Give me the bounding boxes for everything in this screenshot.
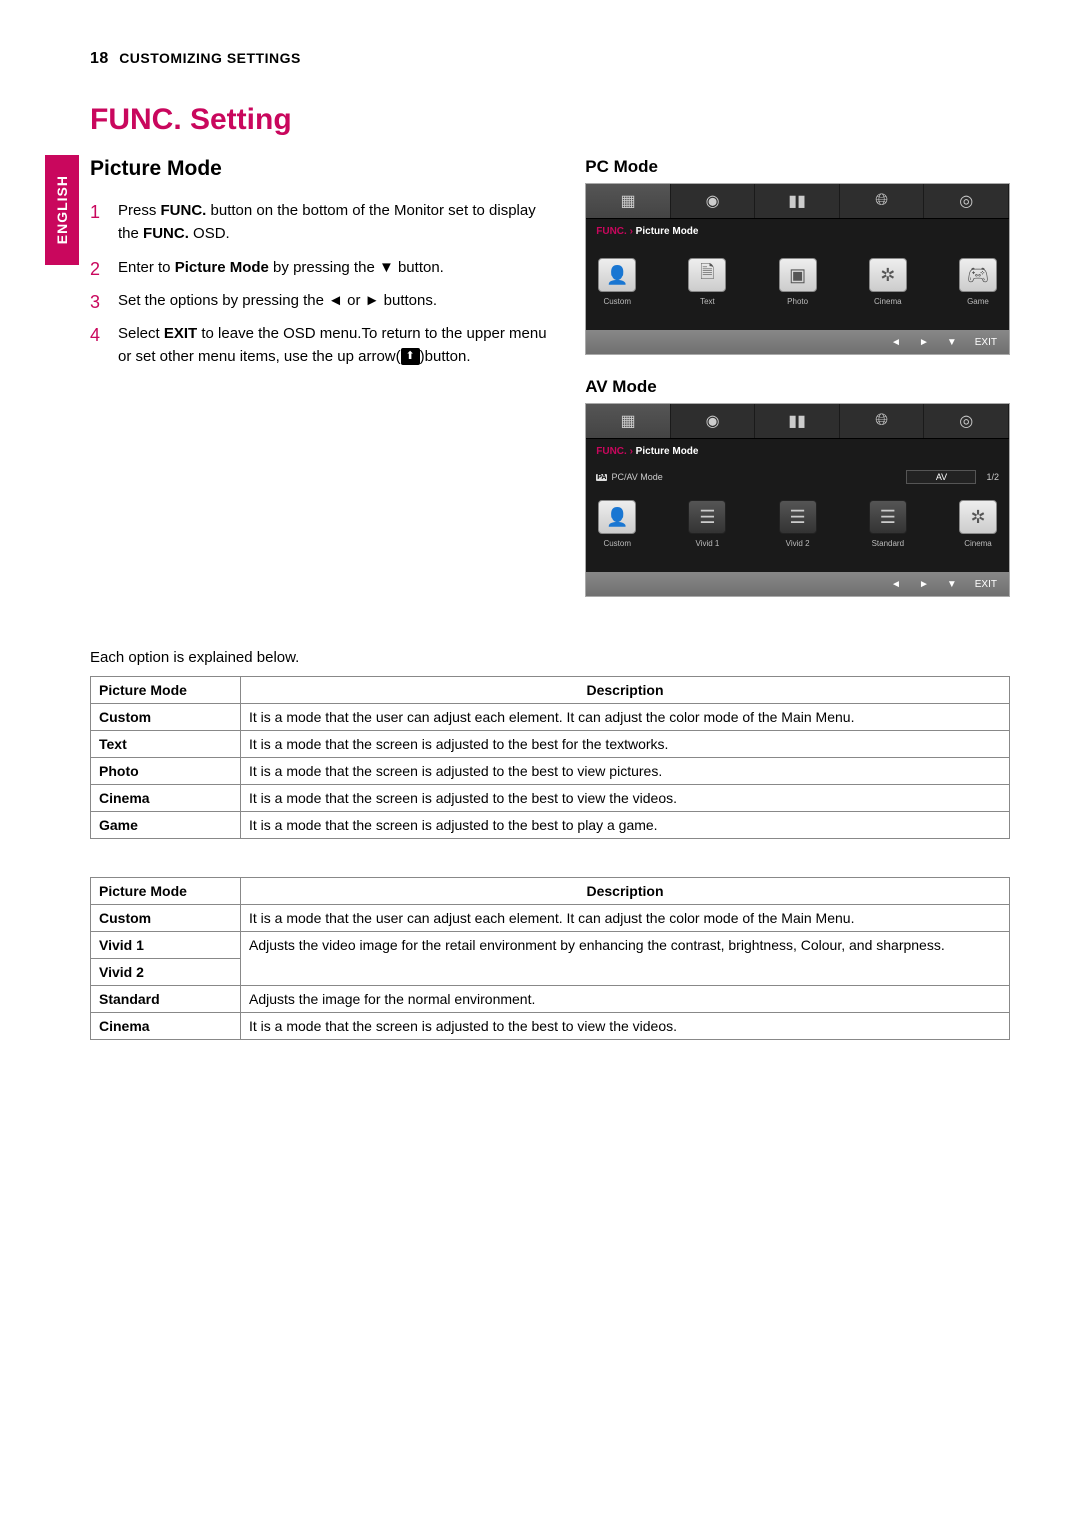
language-tab: ENGLISH [45, 155, 79, 265]
page-header: 18 CUSTOMIZING SETTINGS [90, 50, 1010, 68]
pc-mode-options: 👤Custom 🗎Text ▣Photo ✲Cinema 🎮︎Game [586, 244, 1009, 312]
osd-tab-picture-icon: ▦ [586, 404, 671, 438]
nav-left-icon: ◄ [891, 579, 901, 590]
pc-mode-label: PC Mode [585, 157, 1010, 177]
bars-icon: ☰ [688, 500, 726, 534]
exit-label: EXIT [975, 337, 997, 348]
osd-pc-mode: ▦ ◉ ▮▮ 🌐︎ ◎ FUNC. › Picture Mode 👤Custom… [585, 183, 1010, 355]
main-title: FUNC. Setting [90, 103, 1010, 137]
av-mode-label: AV Mode [585, 377, 1010, 397]
picture-mode-table-pc: Picture Mode Description CustomIt is a m… [90, 676, 1010, 839]
osd-tab-dual-icon: ▮▮ [755, 184, 840, 218]
nav-right-icon: ► [919, 337, 929, 348]
osd-breadcrumb-av: FUNC. › Picture Mode [586, 439, 1009, 464]
step-3: Set the options by pressing the ◄ or ► b… [90, 289, 557, 312]
section-title: CUSTOMIZING SETTINGS [119, 50, 301, 66]
pc-av-mode-row: PAPC/AV Mode AV 1/2 [586, 464, 1009, 486]
osd-tab-dual-icon: ▮▮ [755, 404, 840, 438]
steps-list: Press FUNC. button on the bottom of the … [90, 199, 557, 369]
document-icon: 🗎 [688, 258, 726, 292]
bars-icon: ☰ [779, 500, 817, 534]
osd-tab-picture-icon: ▦ [586, 184, 671, 218]
person-icon: 👤 [598, 500, 636, 534]
film-icon: ✲ [869, 258, 907, 292]
osd-footer-pc: ◄ ► ▼ EXIT [586, 330, 1009, 354]
step-4: Select EXIT to leave the OSD menu.To ret… [90, 322, 557, 369]
film-icon: ✲ [959, 500, 997, 534]
nav-down-icon: ▼ [947, 337, 957, 348]
osd-tab-circle-icon: ◉ [671, 184, 756, 218]
osd-breadcrumb-pc: FUNC. › Picture Mode [586, 219, 1009, 244]
subtitle: Picture Mode [90, 157, 557, 181]
picture-mode-table-av: Picture Mode Description CustomIt is a m… [90, 877, 1010, 1040]
person-icon: 👤 [598, 258, 636, 292]
intro-line: Each option is explained below. [90, 649, 1010, 666]
photo-icon: ▣ [779, 258, 817, 292]
osd-tab-globe-icon: 🌐︎ [840, 184, 925, 218]
osd-footer-av: ◄ ► ▼ EXIT [586, 572, 1009, 596]
step-1: Press FUNC. button on the bottom of the … [90, 199, 557, 246]
osd-tab-target-icon: ◎ [924, 404, 1009, 438]
exit-label: EXIT [975, 579, 997, 590]
game-icon: 🎮︎ [959, 258, 997, 292]
nav-right-icon: ► [919, 579, 929, 590]
up-arrow-icon: ⬆ [401, 348, 420, 365]
nav-left-icon: ◄ [891, 337, 901, 348]
bars-icon: ☰ [869, 500, 907, 534]
nav-down-icon: ▼ [947, 579, 957, 590]
step-2: Enter to Picture Mode by pressing the ▼ … [90, 256, 557, 279]
osd-tab-globe-icon: 🌐︎ [840, 404, 925, 438]
osd-tab-target-icon: ◎ [924, 184, 1009, 218]
osd-av-mode: ▦ ◉ ▮▮ 🌐︎ ◎ FUNC. › Picture Mode PAPC/AV… [585, 403, 1010, 597]
av-mode-options: 👤Custom ☰Vivid 1 ☰Vivid 2 ☰Standard ✲Cin… [586, 486, 1009, 554]
page-number: 18 [90, 50, 109, 67]
osd-tab-circle-icon: ◉ [671, 404, 756, 438]
